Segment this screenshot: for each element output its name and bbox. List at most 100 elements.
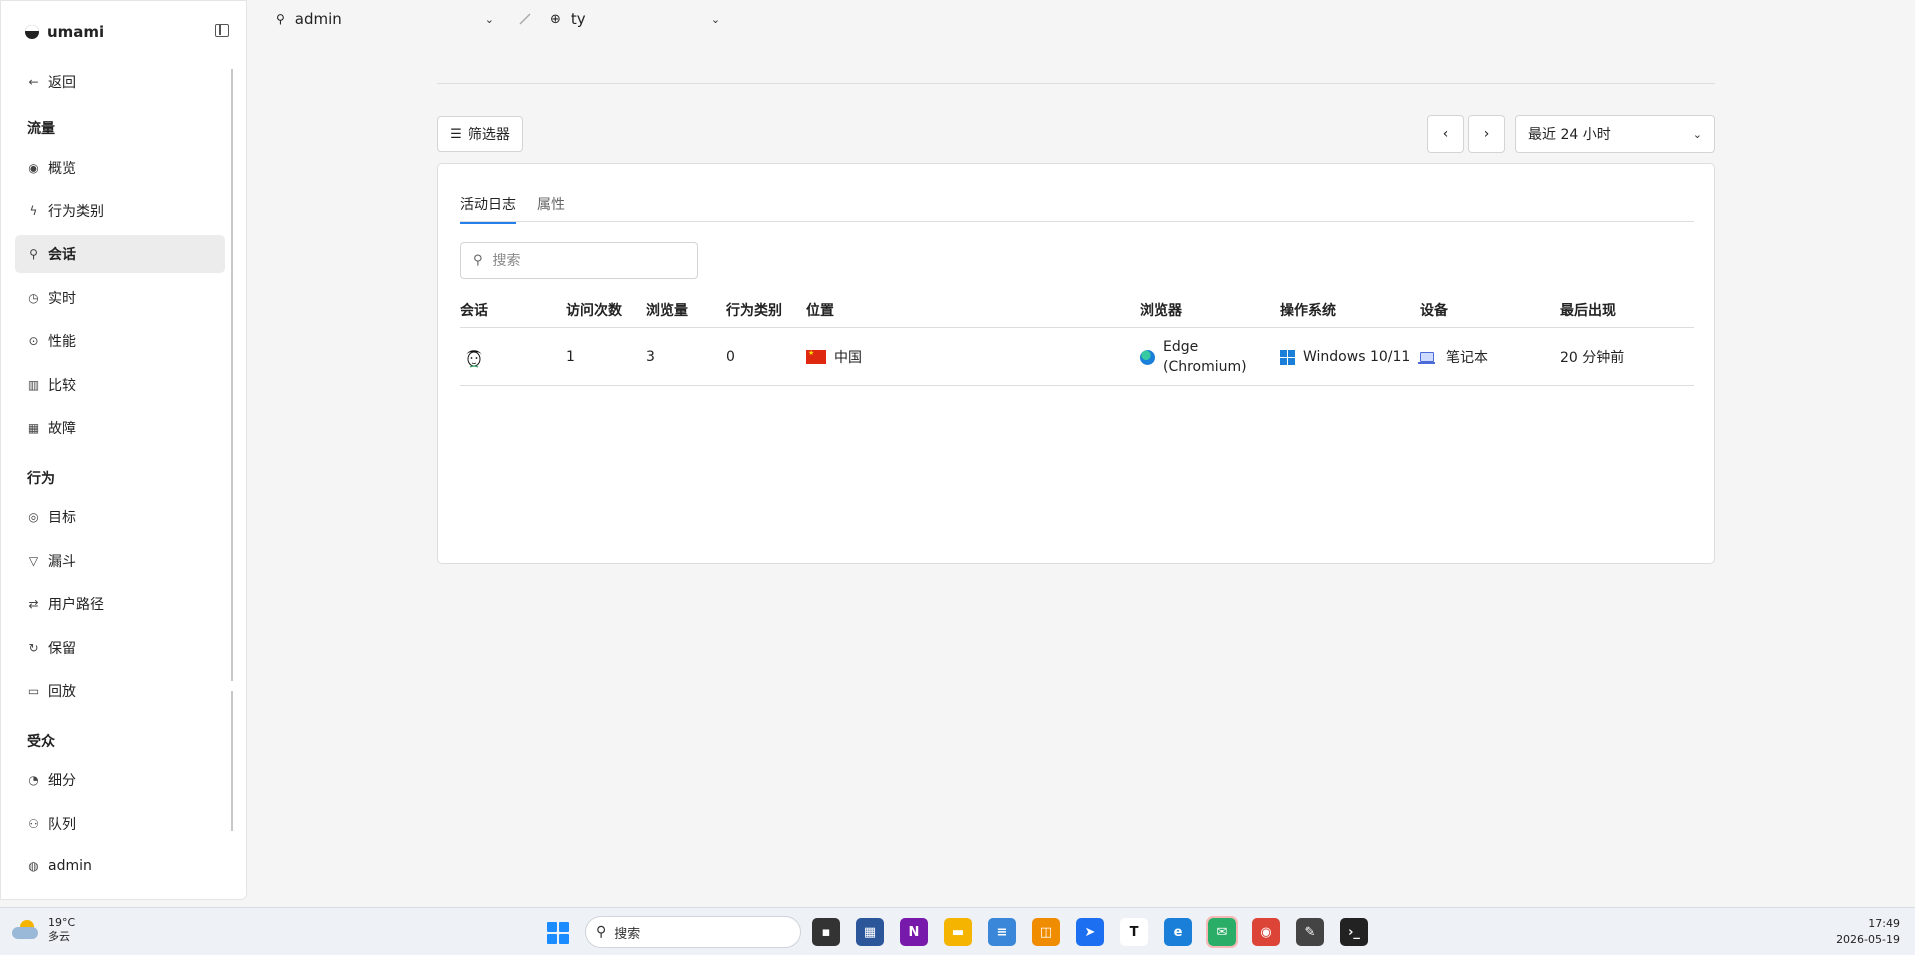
sidebar-item-replay[interactable]: ▭ 回放	[15, 672, 225, 710]
sidebar-user[interactable]: ◍ admin	[15, 847, 225, 885]
paint-icon[interactable]: ✎	[1296, 918, 1324, 946]
grid-icon: ▦	[27, 421, 40, 435]
sidebar-item-journey[interactable]: ⇄ 用户路径	[15, 585, 225, 623]
onenote-icon[interactable]: N	[900, 918, 928, 946]
col-visits: 访问次数	[566, 302, 622, 319]
section-behavior: 行为	[27, 471, 55, 487]
chevron-left-icon: ‹	[1442, 126, 1449, 142]
file-explorer-icon[interactable]: ▬	[944, 918, 972, 946]
sidebar-item-funnel[interactable]: ▽ 漏斗	[15, 542, 225, 580]
col-device: 设备	[1420, 302, 1448, 319]
brand-name: umami	[47, 23, 105, 41]
col-session: 会话	[460, 302, 488, 319]
eye-icon: ◉	[28, 161, 39, 175]
sidebar-item-label: 细分	[48, 773, 76, 789]
sidebar-item-compare[interactable]: ▥ 比较	[15, 366, 225, 404]
sidebar-item-label: 目标	[48, 510, 76, 526]
col-location: 位置	[806, 302, 834, 319]
sidebar-item-performance[interactable]: ⊙ 性能	[15, 322, 225, 360]
china-flag-icon	[806, 349, 826, 364]
next-range-button[interactable]: ›	[1468, 115, 1505, 153]
sidebar-item-goals[interactable]: ◎ 目标	[15, 498, 225, 536]
views-cell: 3	[646, 349, 655, 365]
notepad-icon[interactable]: ≡	[988, 918, 1016, 946]
windows-start-icon[interactable]	[547, 922, 569, 944]
sessions-panel: 活动日志 属性 ⚲ 会话 访问次数 浏览量 行为类别 位置 浏览器 操作系统 设…	[437, 163, 1715, 564]
sidebar-scrollbar[interactable]	[231, 69, 233, 681]
date-range-select[interactable]: 最近 24 小时 ⌄	[1515, 115, 1715, 153]
gauge-icon: ⊙	[28, 334, 39, 348]
sidebar-item-segments[interactable]: ◔ 细分	[15, 761, 225, 799]
task-view-icon[interactable]: ▪	[812, 918, 840, 946]
back-link[interactable]: ← 返回	[15, 63, 225, 101]
sidebar-item-label: 性能	[48, 334, 76, 350]
edge-icon[interactable]: e	[1164, 918, 1192, 946]
taskbar-search[interactable]: ⚲ 搜索	[585, 916, 801, 948]
browser-text: Edge (Chromium)	[1163, 337, 1247, 377]
retention-icon: ↻	[28, 641, 39, 655]
pie-icon: ◔	[28, 773, 39, 787]
device-text: 笔记本	[1446, 350, 1488, 366]
globe-icon: ⊕	[550, 11, 561, 27]
sidebar-item-sessions[interactable]: ⚲ 会话	[15, 235, 225, 273]
store-icon[interactable]: ▦	[856, 918, 884, 946]
chrome-icon[interactable]: ◉	[1252, 918, 1280, 946]
website-selector[interactable]: ⊕ ty ⌄	[550, 10, 720, 28]
sidebar-item-overview[interactable]: ◉ 概览	[15, 149, 225, 187]
back-label: 返回	[48, 75, 76, 91]
col-browser: 浏览器	[1140, 302, 1182, 319]
header-divider	[437, 83, 1715, 84]
filter-icon: ☰	[450, 126, 462, 142]
sidebar-item-label: 概览	[48, 161, 76, 177]
device-cell: 笔记本	[1418, 329, 1488, 385]
prev-range-button[interactable]: ‹	[1427, 115, 1464, 153]
last-seen-cell: 20 分钟前	[1560, 350, 1625, 366]
clock-icon: ◷	[28, 291, 39, 305]
partly-cloudy-icon	[12, 920, 40, 940]
weather-text: 19°C 多云	[48, 916, 75, 944]
sidebar-item-label: 队列	[48, 817, 76, 833]
app-cube-icon[interactable]: ◫	[1032, 918, 1060, 946]
tab-properties[interactable]: 属性	[537, 194, 565, 222]
terminal-icon[interactable]: ›_	[1340, 918, 1368, 946]
sidebar-item-breakdown[interactable]: ▦ 故障	[15, 409, 225, 447]
weather-widget[interactable]: 19°C 多云	[12, 916, 75, 944]
team-selector[interactable]: ⚲ admin ⌄	[276, 10, 494, 28]
weather-temp: 19°C	[48, 916, 76, 929]
avatar[interactable]	[460, 343, 488, 371]
typora-icon[interactable]: T	[1120, 918, 1148, 946]
brand[interactable]: umami	[25, 23, 104, 41]
user-icon: ⚲	[276, 12, 285, 26]
feishu-icon[interactable]: ➤	[1076, 918, 1104, 946]
sidebar-item-label: 回放	[48, 684, 76, 700]
chevron-down-icon: ⌄	[484, 12, 495, 26]
sidebar-item-cohorts[interactable]: ⚇ 队列	[15, 805, 225, 843]
sidebar-item-retention[interactable]: ↻ 保留	[15, 629, 225, 667]
col-os: 操作系统	[1280, 302, 1336, 319]
sidebar-collapse-icon[interactable]	[215, 24, 229, 37]
wechat-icon[interactable]: ✉	[1206, 916, 1238, 948]
chevron-down-icon: ⌄	[1692, 127, 1702, 141]
slash-separator-icon	[519, 13, 531, 25]
sidebar-item-label: 漏斗	[48, 554, 76, 570]
section-traffic: 流量	[27, 121, 55, 137]
os-text: Windows 10/11	[1303, 349, 1411, 365]
arrow-left-icon: ←	[28, 75, 39, 89]
website-name: ty	[570, 10, 586, 28]
sidebar-item-events[interactable]: ϟ 行为类别	[15, 192, 225, 230]
session-avatar-cell[interactable]	[460, 329, 488, 385]
sidebar-item-realtime[interactable]: ◷ 实时	[15, 279, 225, 317]
table-row[interactable]: 1 3 0 中国 Edge (Chromium) Windows 10/11 笔…	[460, 329, 1694, 386]
sidebar-item-label: 行为类别	[48, 204, 104, 220]
weather-condition: 多云	[48, 930, 70, 943]
taskbar: 19°C 多云 ⚲ 搜索 ▪ ▦ N ▬ ≡ ◫ ➤ T e ✉ ◉ ✎ ›_ …	[0, 907, 1915, 955]
search-icon: ⚲	[596, 924, 607, 940]
user-circle-icon: ◍	[28, 859, 39, 873]
laptop-icon	[1418, 352, 1435, 364]
filter-button[interactable]: ☰ 筛选器	[437, 116, 523, 152]
tab-activity-log[interactable]: 活动日志	[460, 194, 516, 224]
search-field[interactable]: ⚲	[460, 242, 698, 279]
search-input[interactable]	[492, 252, 673, 269]
sidebar-item-label: 保留	[48, 641, 76, 657]
system-clock[interactable]: 17:49 2026-05-19	[1830, 916, 1900, 948]
